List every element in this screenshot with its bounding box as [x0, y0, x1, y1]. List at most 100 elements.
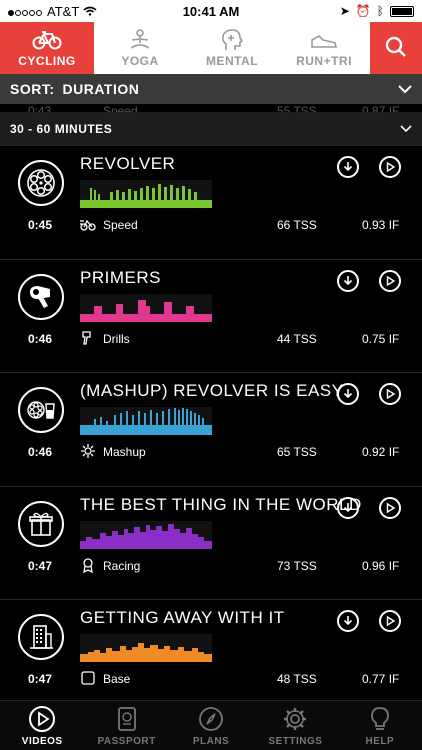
workout-tss: 44 TSS [277, 331, 317, 346]
bluetooth-icon: ᛒ [376, 4, 384, 18]
play-button[interactable] [379, 269, 401, 292]
clock: 10:41 AM [182, 3, 240, 19]
signal-icon [8, 4, 43, 19]
workout-duration: 0:46 [28, 331, 53, 346]
alarm-icon: ⏰ [355, 4, 371, 18]
chevron-down-icon [398, 81, 412, 97]
tab-label: RUN+TRI [296, 54, 352, 68]
tab-yoga[interactable]: YOGA [94, 22, 186, 74]
cylinder-and-glass-icon [27, 401, 55, 419]
workout-row[interactable]: GETTING AWAY WITH IT 0:47 Base 48 TSS 0.… [0, 600, 422, 700]
workout-row[interactable]: PRIMERS 0:46 Drills 44 TSS 0.75 IF [0, 260, 422, 374]
category-tabs: CYCLING YOGA MENTAL RUN+TRI [0, 22, 422, 74]
play-icon [386, 161, 396, 173]
nav-videos[interactable]: VIDEOS [0, 701, 84, 750]
revolver-cylinder-icon [27, 169, 55, 197]
tab-run-tri[interactable]: RUN+TRI [278, 22, 370, 74]
download-icon [343, 616, 353, 626]
nav-settings[interactable]: SETTINGS [253, 701, 337, 750]
workout-duration: 0:47 [28, 672, 53, 687]
download-icon [343, 389, 353, 399]
sort-label: SORT: [10, 81, 55, 97]
workout-if: 0.93 IF [362, 218, 400, 232]
workout-if: 0.96 IF [362, 558, 400, 573]
gift-box-icon [29, 512, 53, 536]
workout-avatar [18, 500, 64, 547]
play-icon [386, 388, 396, 400]
sort-value: DURATION [62, 81, 140, 97]
section-header[interactable]: 30 - 60 MINUTES [0, 112, 422, 146]
play-icon [386, 502, 396, 514]
workout-title: REVOLVER [80, 154, 176, 173]
battery-icon [390, 5, 414, 17]
workout-title: PRIMERS [80, 267, 161, 287]
workout-type: Racing [103, 558, 141, 573]
workout-duration: 0:45 [28, 218, 53, 232]
mind-icon [222, 29, 244, 50]
search-icon [385, 36, 406, 57]
play-button[interactable] [379, 383, 401, 406]
base-square-icon [81, 671, 95, 686]
status-bar: AT&T 10:41 AM ➤ ⏰ ᛒ [0, 0, 422, 22]
shoe-icon [311, 35, 338, 48]
play-circle-icon [29, 706, 56, 732]
nav-passport[interactable]: PASSPORT [84, 701, 168, 750]
download-button[interactable] [337, 156, 359, 178]
download-button[interactable] [337, 383, 359, 406]
download-button[interactable] [337, 269, 359, 292]
workout-profile-graph [80, 180, 212, 208]
download-button[interactable] [337, 610, 359, 633]
download-icon [343, 275, 353, 285]
wifi-icon [83, 4, 97, 19]
mashup-icon [81, 444, 95, 459]
workout-type: Base [103, 672, 131, 687]
play-button[interactable] [379, 156, 401, 178]
play-button[interactable] [379, 610, 401, 633]
workout-profile-graph [80, 293, 212, 322]
sort-bar[interactable]: SORT: DURATION [0, 74, 422, 104]
workout-title: THE BEST THING IN THE WORLD [80, 494, 362, 514]
tab-cycling[interactable]: CYCLING [0, 22, 94, 74]
workout-profile-graph [80, 407, 212, 436]
drills-icon [82, 330, 91, 345]
carrier-area: AT&T [8, 4, 148, 19]
gear-icon [284, 708, 307, 730]
location-icon: ➤ [339, 4, 350, 18]
nav-plans[interactable]: PLANS [169, 701, 253, 750]
bottom-nav: VIDEOS PASSPORT PLANS SETTINGS HELP [0, 700, 422, 750]
search-button[interactable] [370, 22, 422, 74]
workout-row[interactable]: THE BEST THING IN THE WORLD 0:47 Racing … [0, 487, 422, 601]
yoga-icon [130, 29, 150, 49]
download-icon [343, 502, 353, 512]
workout-list: REVOLVER 0:45 Speed 66 TSS 0.93 IF PRIME… [0, 146, 422, 700]
tab-mental[interactable]: MENTAL [186, 22, 278, 74]
nav-label: VIDEOS [21, 736, 63, 747]
workout-if: 0.75 IF [362, 331, 400, 346]
carrier-label: AT&T [47, 3, 80, 19]
passport-icon [117, 707, 136, 731]
workout-row[interactable]: REVOLVER 0:45 Speed 66 TSS 0.93 IF [0, 146, 422, 260]
workout-tss: 65 TSS [277, 445, 317, 460]
nav-label: HELP [365, 736, 395, 747]
download-button[interactable] [337, 496, 359, 519]
workout-if: 0.92 IF [362, 445, 400, 460]
workout-avatar [18, 614, 64, 661]
workout-title: (MASHUP) REVOLVER IS EASY [80, 381, 344, 401]
play-button[interactable] [379, 496, 401, 519]
lightbulb-icon [370, 707, 389, 730]
nav-help[interactable]: HELP [338, 701, 422, 750]
workout-profile-graph [80, 520, 212, 549]
workout-title: GETTING AWAY WITH IT [80, 608, 285, 628]
workout-avatar [18, 273, 64, 320]
workout-type: Speed [103, 218, 138, 232]
play-icon [386, 275, 396, 286]
speed-icon [80, 219, 96, 231]
workout-if: 0.77 IF [362, 672, 400, 687]
compass-icon [199, 707, 223, 731]
workout-duration: 0:47 [28, 558, 53, 573]
play-icon [386, 616, 396, 627]
workout-row[interactable]: (MASHUP) REVOLVER IS EASY 0:46 Mashup 65… [0, 373, 422, 487]
tab-label: CYCLING [18, 54, 76, 68]
workout-avatar [18, 160, 64, 206]
tab-label: MENTAL [205, 54, 259, 68]
